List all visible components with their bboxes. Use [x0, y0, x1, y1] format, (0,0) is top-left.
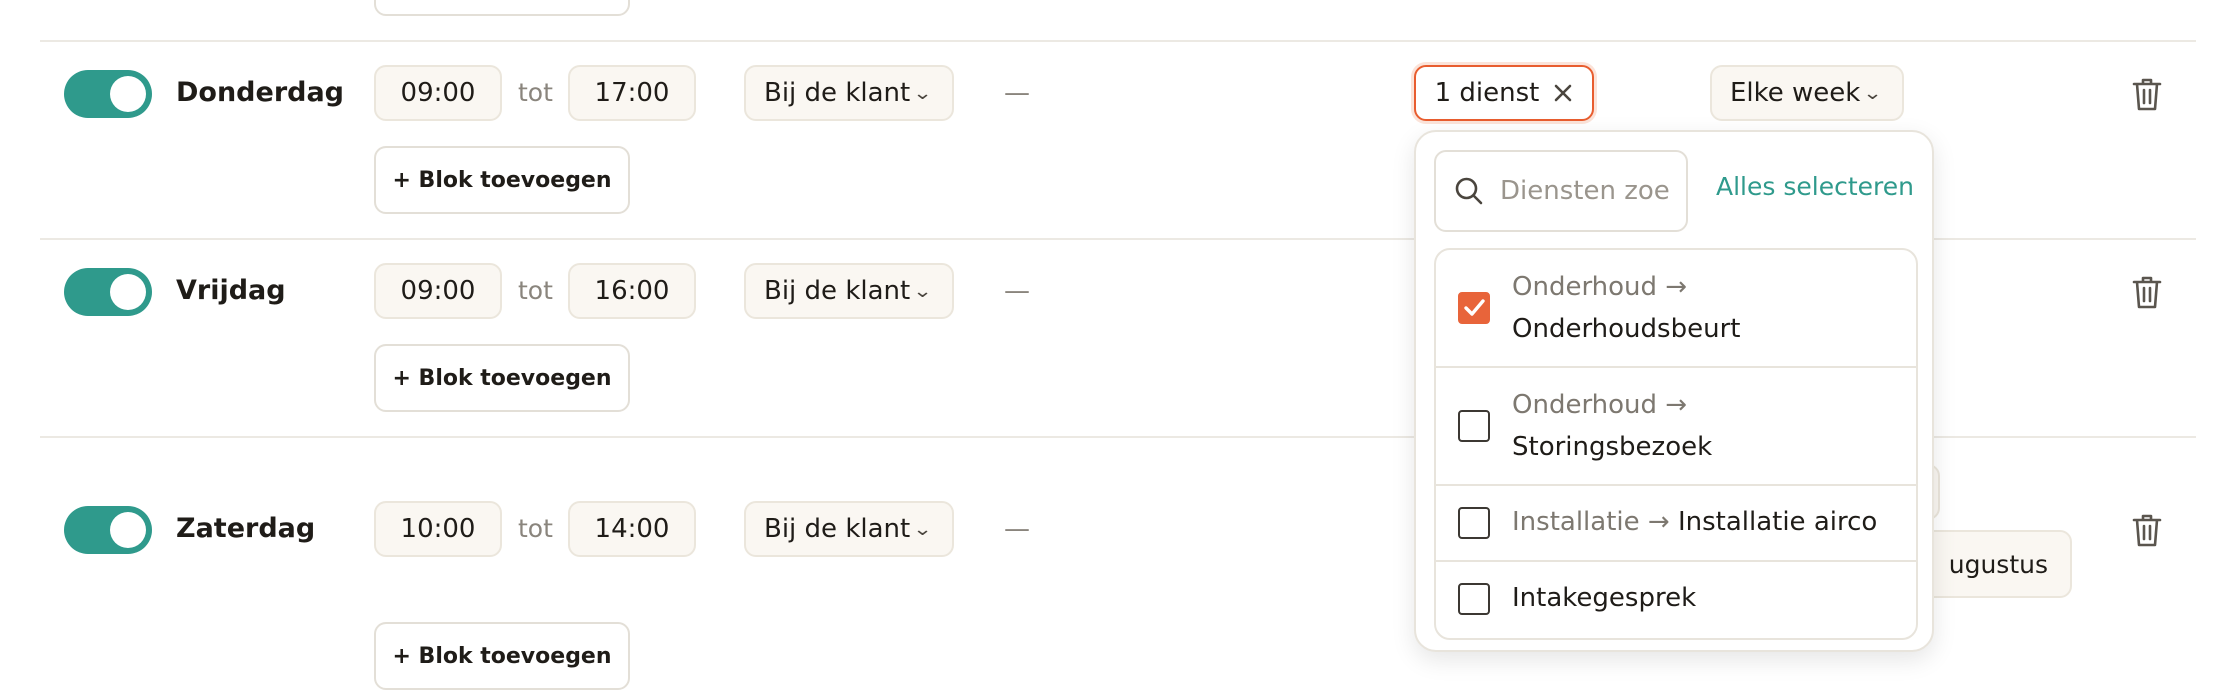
check-icon — [1464, 299, 1485, 316]
chevron-down-icon: ⌄ — [912, 280, 933, 302]
toggle-knob — [110, 76, 146, 112]
add-block-button[interactable]: + Blok toevoegen — [374, 622, 630, 690]
start-time-input[interactable]: 10:00 — [374, 501, 502, 557]
service-name: Installatie airco — [1677, 507, 1878, 537]
end-time-input[interactable]: 16:00 — [568, 263, 696, 319]
time-separator: tot — [518, 514, 553, 543]
service-name: Storingsbezoek — [1512, 432, 1713, 462]
service-option-label: Onderhoud → Storingsbezoek — [1512, 384, 1712, 468]
empty-value-dash: — — [1004, 78, 1030, 108]
service-option-label: Onderhoud → Onderhoudsbeurt — [1512, 266, 1740, 350]
services-list: Onderhoud → Onderhoudsbeurt Onderhoud → … — [1434, 248, 1918, 640]
close-icon[interactable] — [1553, 83, 1573, 103]
day-name: Vrijdag — [176, 275, 286, 306]
day-name: Zaterdag — [176, 513, 316, 544]
service-name: Onderhoudsbeurt — [1512, 314, 1741, 344]
toggle-knob — [110, 512, 146, 548]
day-toggle-donderdag[interactable] — [64, 70, 152, 118]
search-icon — [1455, 177, 1483, 205]
time-separator: tot — [518, 276, 553, 305]
location-select[interactable]: Bij de klant ⌄ — [744, 263, 954, 319]
select-all-link[interactable]: Alles selecteren — [1716, 172, 1914, 201]
end-time-input[interactable]: 17:00 — [568, 65, 696, 121]
start-time-input[interactable]: 09:00 — [374, 65, 502, 121]
services-select-button[interactable]: 1 dienst — [1414, 65, 1594, 121]
day-toggle-vrijdag[interactable] — [64, 268, 152, 316]
time-separator: tot — [518, 78, 553, 107]
toggle-knob — [110, 274, 146, 310]
checkbox[interactable] — [1458, 410, 1490, 442]
services-search-input[interactable] — [1498, 175, 1672, 207]
service-option[interactable]: Onderhoud → Onderhoudsbeurt — [1436, 250, 1916, 368]
checkbox[interactable] — [1458, 583, 1490, 615]
empty-value-dash: — — [1004, 276, 1030, 306]
trash-icon[interactable] — [2131, 512, 2163, 548]
chevron-down-icon: ⌄ — [1862, 82, 1883, 104]
add-block-label: + Blok toevoegen — [392, 643, 612, 669]
day-toggle-zaterdag[interactable] — [64, 506, 152, 554]
service-option-label: Intakegesprek — [1512, 577, 1696, 619]
checkbox[interactable] — [1458, 507, 1490, 539]
service-category: Onderhoud → — [1512, 390, 1688, 420]
add-block-button-previous[interactable]: + Blok toevoegen — [374, 0, 630, 16]
add-block-button[interactable]: + Blok toevoegen — [374, 146, 630, 214]
services-count-label: 1 dienst — [1434, 78, 1540, 108]
service-option[interactable]: Intakegesprek — [1436, 562, 1916, 638]
trash-icon[interactable] — [2131, 274, 2163, 310]
location-label: Bij de klant — [764, 78, 911, 108]
service-option[interactable]: Onderhoud → Storingsbezoek — [1436, 368, 1916, 486]
chevron-down-icon: ⌄ — [912, 518, 933, 540]
services-search-box[interactable] — [1434, 150, 1688, 232]
add-block-label: + Blok toevoegen — [392, 167, 612, 193]
hidden-date-label: ugustus — [1948, 549, 2048, 579]
add-block-button[interactable]: + Blok toevoegen — [374, 344, 630, 412]
location-select[interactable]: Bij de klant ⌄ — [744, 65, 954, 121]
recurrence-select[interactable]: Elke week ⌄ — [1710, 65, 1904, 121]
recurrence-label: Elke week — [1730, 78, 1861, 108]
day-name: Donderdag — [176, 77, 345, 108]
trash-icon[interactable] — [2131, 76, 2163, 112]
end-time-input[interactable]: 14:00 — [568, 501, 696, 557]
empty-value-dash: — — [1004, 514, 1030, 544]
service-option-label: Installatie → Installatie airco — [1512, 501, 1877, 543]
service-category: Onderhoud → — [1512, 272, 1688, 302]
location-label: Bij de klant — [764, 276, 911, 306]
service-name: Intakegesprek — [1512, 583, 1697, 613]
services-dropdown: Alles selecteren Onderhoud → Onderhoudsb… — [1414, 130, 1934, 652]
service-option[interactable]: Installatie → Installatie airco — [1436, 486, 1916, 562]
row-divider — [40, 40, 2196, 42]
start-time-input[interactable]: 09:00 — [374, 263, 502, 319]
checkbox-checked[interactable] — [1458, 292, 1490, 324]
chevron-down-icon: ⌄ — [912, 82, 933, 104]
service-category: Installatie → — [1512, 507, 1670, 537]
location-label: Bij de klant — [764, 514, 911, 544]
add-block-label: + Blok toevoegen — [392, 365, 612, 391]
location-select[interactable]: Bij de klant ⌄ — [744, 501, 954, 557]
